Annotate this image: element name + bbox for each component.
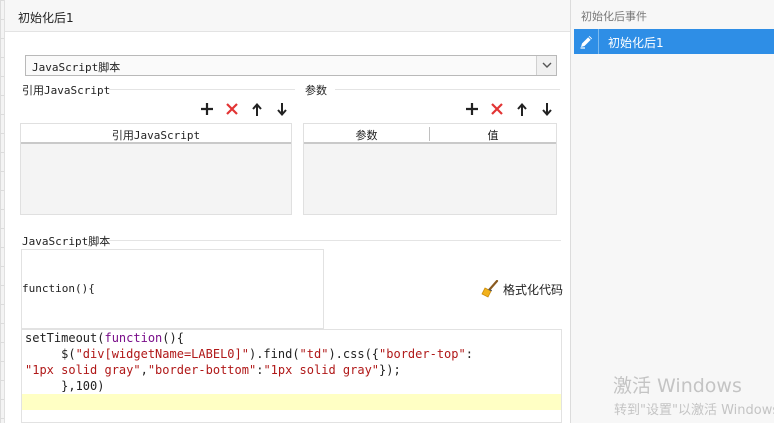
script-divider bbox=[109, 240, 561, 241]
event-item-label: 初始化后1 bbox=[608, 36, 664, 50]
code-token: $( bbox=[25, 347, 76, 361]
arrow-down-icon bbox=[542, 102, 552, 116]
chevron-down-icon[interactable] bbox=[536, 56, 556, 75]
params-divider bbox=[335, 89, 560, 90]
code-editor[interactable]: setTimeout(function(){ $("div[widgetName… bbox=[21, 329, 562, 423]
ref-js-delete-button[interactable] bbox=[223, 100, 241, 118]
dialog-title: 初始化后1 bbox=[18, 11, 74, 25]
params-section-label: 参数 bbox=[305, 84, 327, 97]
windows-activation-watermark-hint: 转到"设置"以激活 Windows。 bbox=[614, 403, 774, 418]
code-line[interactable]: setTimeout(function(){ bbox=[25, 330, 184, 346]
pencil-icon[interactable] bbox=[574, 29, 599, 54]
ref-js-add-button[interactable] bbox=[198, 100, 216, 118]
code-token: setTimeout( bbox=[25, 331, 105, 345]
code-token: "td" bbox=[299, 347, 329, 361]
format-code-label: 格式化代码 bbox=[503, 282, 564, 297]
script-section-label: JavaScript脚本 bbox=[22, 235, 111, 248]
code-token: function bbox=[104, 331, 163, 345]
code-token: ).find( bbox=[248, 347, 300, 361]
param-value-column-header[interactable]: 值 bbox=[430, 127, 556, 143]
ref-js-move-down-button[interactable] bbox=[273, 100, 291, 118]
function-header: function(){ bbox=[22, 282, 95, 295]
code-token: }); bbox=[379, 363, 401, 377]
broom-icon bbox=[481, 280, 499, 298]
script-type-value: JavaScript脚本 bbox=[32, 61, 121, 74]
code-line[interactable]: "1px solid gray","border-bottom":"1px so… bbox=[25, 362, 401, 378]
current-line-highlight bbox=[22, 394, 561, 410]
windows-activation-watermark-title: 激活 Windows bbox=[613, 375, 742, 397]
params-move-down-button[interactable] bbox=[538, 100, 556, 118]
events-panel: 初始化后事件 初始化后1 bbox=[570, 0, 774, 423]
code-token: , bbox=[140, 363, 148, 377]
code-line[interactable]: $("div[widgetName=LABEL0]").find("td").c… bbox=[25, 346, 473, 362]
delete-x-icon bbox=[491, 103, 503, 115]
params-table-header: 参数 值 bbox=[304, 124, 556, 144]
event-item-selected[interactable]: 初始化后1 bbox=[574, 29, 774, 54]
arrow-up-icon bbox=[252, 102, 262, 116]
ref-js-section-label: 引用JavaScript bbox=[22, 84, 111, 97]
code-line[interactable]: },100) bbox=[25, 378, 104, 394]
code-token: "border-bottom" bbox=[147, 363, 257, 377]
params-add-button[interactable] bbox=[463, 100, 481, 118]
script-type-select[interactable]: JavaScript脚本 bbox=[25, 55, 557, 76]
params-delete-button[interactable] bbox=[488, 100, 506, 118]
format-code-button[interactable]: 格式化代码 bbox=[481, 280, 563, 298]
plus-icon bbox=[466, 103, 478, 115]
param-name-column-header[interactable]: 参数 bbox=[304, 127, 429, 143]
code-token: ).css({ bbox=[328, 347, 380, 361]
delete-x-icon bbox=[226, 103, 238, 115]
params-move-up-button[interactable] bbox=[513, 100, 531, 118]
dialog-title-bar: 初始化后1 bbox=[5, 0, 571, 32]
ref-js-column-header[interactable]: 引用JavaScript bbox=[21, 127, 291, 143]
code-token: "border-top" bbox=[379, 347, 466, 361]
ref-js-table-header: 引用JavaScript bbox=[21, 124, 291, 144]
code-token: },100) bbox=[25, 379, 105, 393]
function-header-box: function(){ bbox=[21, 249, 324, 329]
arrow-up-icon bbox=[517, 102, 527, 116]
ref-js-table[interactable]: 引用JavaScript bbox=[20, 123, 292, 215]
ref-js-divider bbox=[109, 89, 295, 90]
code-token: "div[widgetName=LABEL0]" bbox=[75, 347, 249, 361]
code-token: (){ bbox=[162, 331, 184, 345]
plus-icon bbox=[201, 103, 213, 115]
arrow-down-icon bbox=[277, 102, 287, 116]
events-panel-title: 初始化后事件 bbox=[581, 10, 647, 23]
code-token: "1px solid gray" bbox=[25, 363, 141, 377]
params-table[interactable]: 参数 值 bbox=[303, 123, 557, 215]
code-token: : bbox=[465, 347, 473, 361]
code-token: "1px solid gray" bbox=[263, 363, 380, 377]
ref-js-move-up-button[interactable] bbox=[248, 100, 266, 118]
event-editor-dialog: 初始化后1 JavaScript脚本 引用JavaScript 引用JavaSc… bbox=[4, 0, 571, 423]
